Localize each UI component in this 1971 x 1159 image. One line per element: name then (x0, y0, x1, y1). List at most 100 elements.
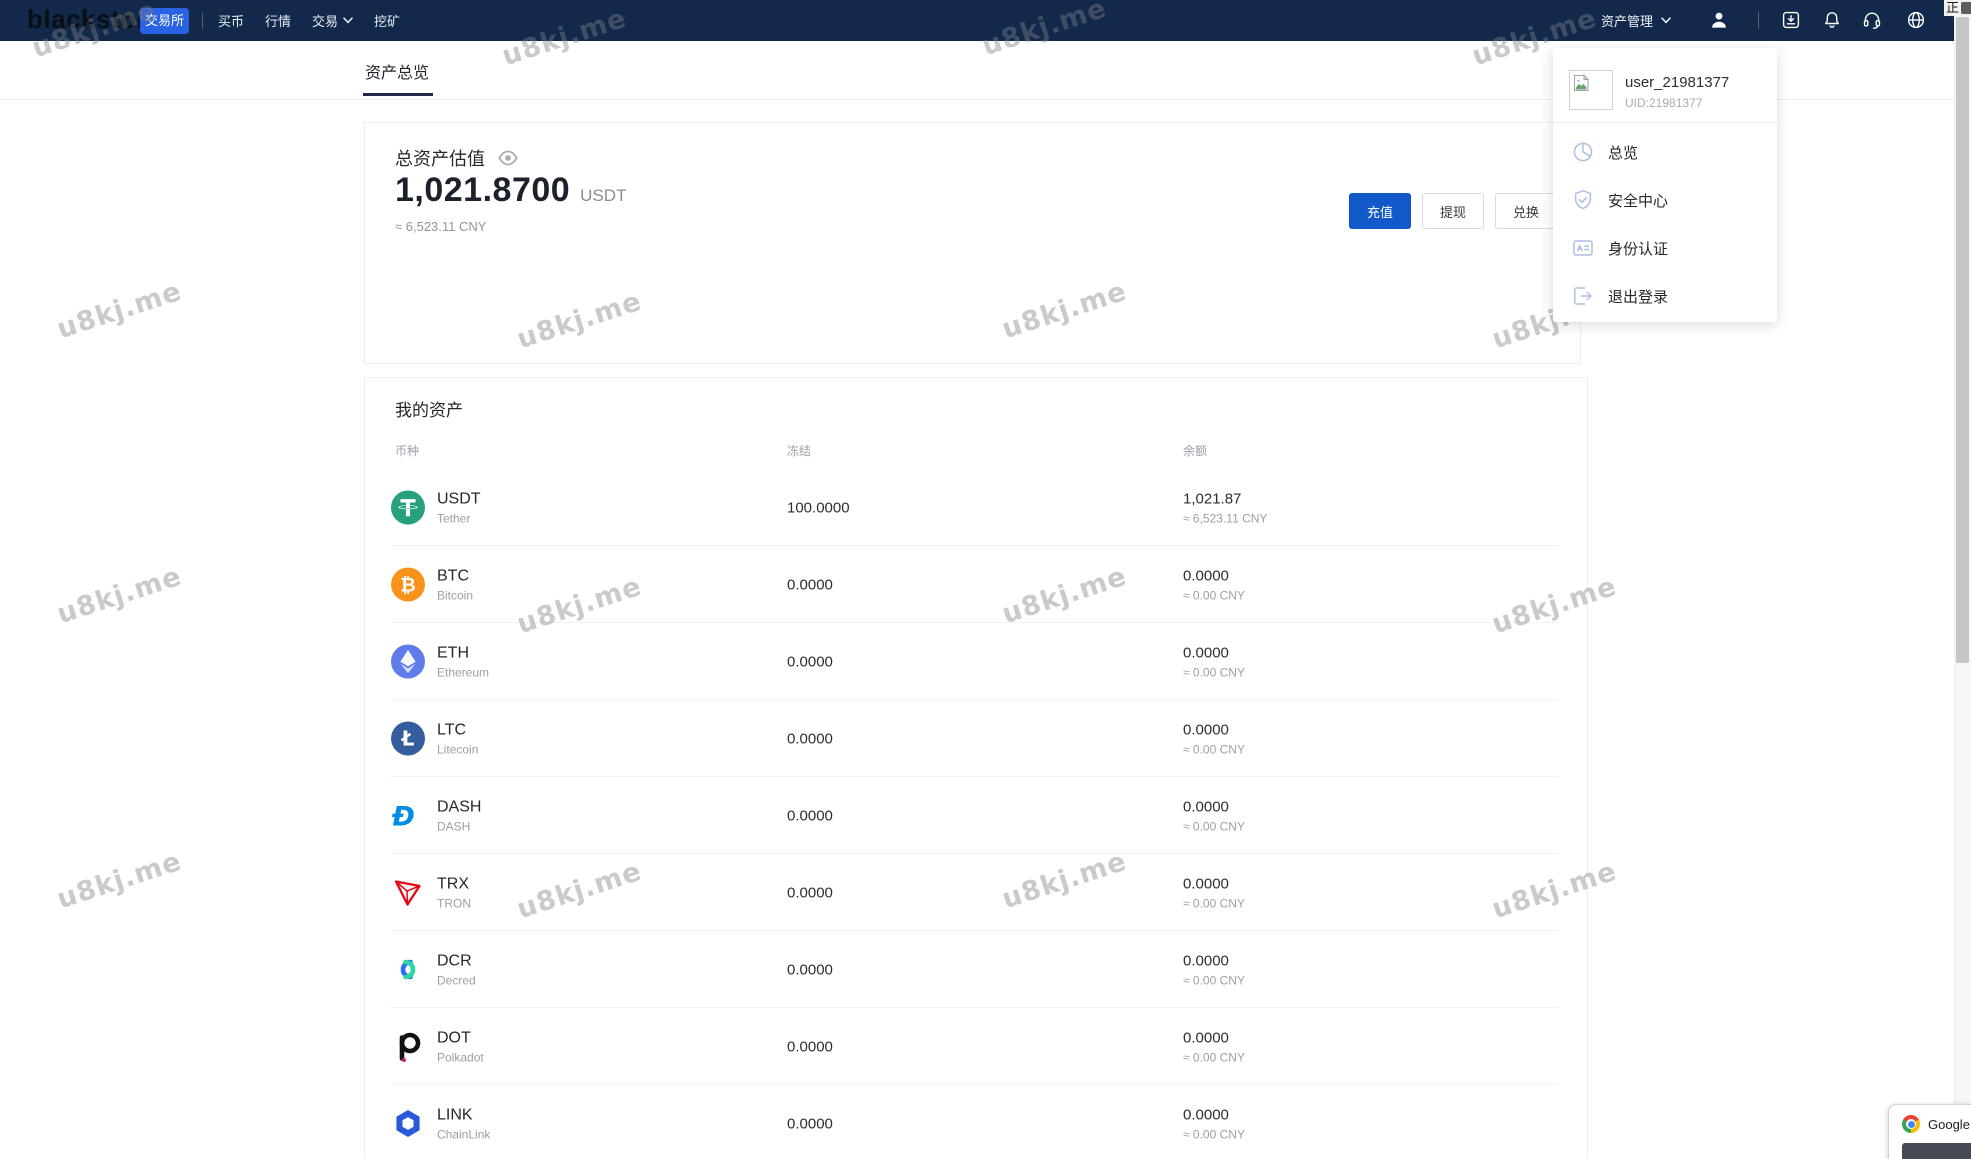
scrollbar-thumb[interactable] (1956, 17, 1969, 663)
my-assets-title: 我的资产 (395, 396, 463, 421)
pie-chart-icon (1571, 140, 1595, 164)
scrollbar-track[interactable] (1954, 0, 1971, 1159)
balance-amount: 0.0000 (1183, 1029, 1245, 1046)
chrome-icon (1902, 1115, 1920, 1133)
support-headset-icon[interactable] (1862, 10, 1882, 30)
dcr-icon (391, 953, 425, 987)
asset-table-row: Ð DASH DASH 0.0000 0.0000 ≈ 0.00 CNY (365, 777, 1587, 854)
coin-name: Bitcoin (437, 588, 473, 602)
coin-symbol: BTC (437, 567, 473, 585)
nav-links: 买币 行情 交易 挖矿 (218, 0, 400, 41)
asset-table-row: LINK ChainLink 0.0000 0.0000 ≈ 0.00 CNY (365, 1085, 1587, 1159)
coin-name: ChainLink (437, 1127, 490, 1141)
coin-symbol: DASH (437, 798, 481, 816)
asset-table-row: TRX TRON 0.0000 0.0000 ≈ 0.00 CNY (365, 854, 1587, 931)
balance-fiat: ≈ 0.00 CNY (1183, 665, 1245, 679)
usdt-icon (391, 491, 425, 525)
convert-button[interactable]: 兑换 (1495, 193, 1557, 229)
asset-table-row: ₿ BTC Bitcoin 0.0000 0.0000 ≈ 0.00 CNY (365, 546, 1587, 623)
tab-asset-overview[interactable]: 资产总览 (365, 41, 429, 100)
menu-divider (1553, 122, 1777, 123)
language-globe-icon[interactable] (1906, 10, 1926, 30)
asset-table-row: DOT Polkadot 0.0000 0.0000 ≈ 0.00 CNY (365, 1008, 1587, 1085)
ime-icon (1961, 2, 1971, 14)
balance-amount: 1,021.87 (1183, 490, 1267, 507)
coin-symbol: DCR (437, 952, 476, 970)
frozen-amount: 0.0000 (787, 884, 833, 901)
coin-symbol: DOT (437, 1029, 484, 1047)
balance-fiat: ≈ 0.00 CNY (1183, 742, 1245, 756)
dot-icon (391, 1030, 425, 1064)
column-header-coin: 币种 (395, 442, 419, 459)
balance-amount: 0.0000 (1183, 644, 1245, 661)
nav-divider (1758, 12, 1759, 29)
coin-symbol: ETH (437, 644, 489, 662)
coin-name: Ethereum (437, 665, 489, 679)
chevron-down-icon (343, 17, 353, 24)
asset-table-row: DCR Decred 0.0000 0.0000 ≈ 0.00 CNY (365, 931, 1587, 1008)
nav-link-mining[interactable]: 挖矿 (374, 11, 400, 30)
frozen-amount: 0.0000 (787, 653, 833, 670)
balance-amount: 0.0000 (1183, 567, 1245, 584)
balance-fiat: ≈ 0.00 CNY (1183, 973, 1245, 987)
balance-amount: 0.0000 (1183, 1106, 1245, 1123)
asset-overview-page: blackstore 交易所 买币 行情 交易 挖矿 资产管理 (0, 0, 1971, 1159)
coin-symbol: TRX (437, 875, 471, 893)
svg-text:Ł: Ł (401, 727, 415, 751)
deposit-button[interactable]: 充值 (1349, 193, 1411, 229)
coin-name: Decred (437, 973, 476, 987)
ltc-icon: Ł (391, 722, 425, 756)
notification-bell-icon[interactable] (1822, 10, 1842, 30)
balance-amount: 0.0000 (1183, 952, 1245, 969)
nav-link-markets[interactable]: 行情 (265, 11, 291, 30)
logout-icon (1571, 284, 1595, 308)
eth-icon (391, 645, 425, 679)
watermark-text: u8kj.me (53, 561, 185, 630)
asset-management-menu[interactable]: 资产管理 (1601, 0, 1671, 41)
balance-amount: 0.0000 (1183, 875, 1245, 892)
balance-fiat: ≈ 0.00 CNY (1183, 819, 1245, 833)
avatar (1569, 70, 1613, 110)
coin-name: Tether (437, 511, 481, 525)
active-tab-underline (363, 93, 433, 96)
frozen-amount: 0.0000 (787, 961, 833, 978)
watermark-text: u8kj.me (53, 276, 185, 345)
user-uid: UID:21981377 (1625, 96, 1729, 110)
withdraw-button[interactable]: 提现 (1422, 193, 1484, 229)
menu-item-logout[interactable]: 退出登录 (1553, 272, 1777, 320)
column-header-balance: 余额 (1183, 442, 1207, 459)
download-icon[interactable] (1781, 10, 1801, 30)
broken-image-icon (1573, 74, 1591, 92)
balance-fiat: ≈ 6,523.11 CNY (1183, 511, 1267, 525)
menu-item-overview[interactable]: 总览 (1553, 128, 1777, 176)
frozen-amount: 0.0000 (787, 730, 833, 747)
username: user_21981377 (1625, 74, 1729, 91)
nav-link-trade[interactable]: 交易 (312, 11, 353, 30)
total-asset-amount: 1,021.8700 (395, 171, 570, 210)
user-info: user_21981377 UID:21981377 (1569, 70, 1729, 110)
google-signin-popup[interactable]: Google C (1888, 1104, 1971, 1159)
column-header-frozen: 冻结 (787, 442, 811, 459)
user-icon[interactable] (1709, 10, 1729, 30)
coin-name: Polkadot (437, 1050, 484, 1064)
svg-text:₿: ₿ (400, 575, 415, 597)
coin-symbol: USDT (437, 490, 481, 508)
coin-symbol: LTC (437, 721, 478, 739)
menu-item-security-center[interactable]: 安全中心 (1553, 176, 1777, 224)
coin-name: Litecoin (437, 742, 478, 756)
balance-fiat: ≈ 0.00 CNY (1183, 896, 1245, 910)
watermark-text: u8kj.me (53, 846, 185, 915)
frozen-amount: 100.0000 (787, 499, 850, 516)
id-card-icon (1571, 236, 1595, 260)
nav-link-buy-coin[interactable]: 买币 (218, 11, 244, 30)
shield-check-icon (1571, 188, 1595, 212)
balance-amount: 0.0000 (1183, 798, 1245, 815)
ime-indicator: 正 (1944, 0, 1971, 16)
nav-exchange-button[interactable]: 交易所 (140, 8, 189, 34)
menu-item-identity-verification[interactable]: 身份认证 (1553, 224, 1777, 272)
toggle-visibility-eye-icon[interactable] (497, 147, 519, 169)
link-icon (391, 1107, 425, 1141)
total-asset-fiat: ≈ 6,523.11 CNY (395, 219, 486, 234)
top-navbar: blackstore 交易所 买币 行情 交易 挖矿 资产管理 (0, 0, 1971, 41)
frozen-amount: 0.0000 (787, 1038, 833, 1055)
